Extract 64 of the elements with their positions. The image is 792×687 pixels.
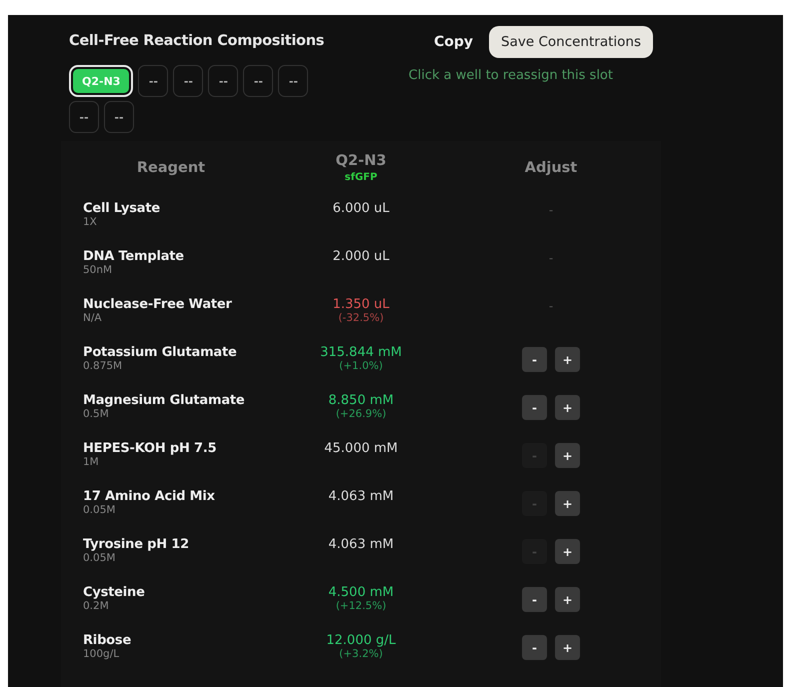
save-concentrations-button[interactable]: Save Concentrations [489,26,653,58]
stock-concentration: 0.05M [82,504,116,516]
copy-button[interactable]: Copy [434,34,474,50]
value-change: (-32.5%) [337,312,385,324]
column-header: Q2-N3 [336,153,386,169]
reagent-name: Cell Lysate [82,201,162,216]
increase-button[interactable]: + [555,635,580,660]
slot-button[interactable]: -- [243,65,274,97]
column-sublabel: sfGFP [344,172,378,183]
reagent-name: 17 Amino Acid Mix [82,489,216,504]
column-header: Reagent [136,160,206,176]
slot-button[interactable]: -- [278,65,308,97]
stock-concentration: 0.05M [82,552,116,564]
reagent-value: 315.844 mM [319,345,403,360]
reagent-value: 45.000 mM [323,441,399,456]
slot-button[interactable]: -- [208,65,238,97]
decrease-button[interactable]: - [522,395,547,420]
decrease-button[interactable]: - [522,635,547,660]
stock-concentration: 1X [82,216,98,228]
increase-button[interactable]: + [555,491,580,516]
stock-concentration: 0.875M [82,360,124,372]
stock-concentration: 50nM [82,264,114,276]
reagent-name: HEPES-KOH pH 7.5 [82,441,218,456]
stock-concentration: 0.5M [82,408,110,420]
column-header: Adjust [524,160,578,176]
stock-concentration: 100g/L [82,648,120,660]
increase-button[interactable]: + [555,587,580,612]
increase-button[interactable]: + [555,443,580,468]
reagent-name: Potassium Glutamate [82,345,238,360]
hint-text: Click a well to reassign this slot [408,68,613,83]
decrease-button[interactable]: - [522,587,547,612]
reagent-value: 12.000 g/L [325,633,397,648]
no-adjust-dash: - [548,251,554,267]
slot-button[interactable]: -- [69,101,99,133]
reagent-name: Magnesium Glutamate [82,393,246,408]
slot-button[interactable]: -- [173,65,204,97]
reagent-value: 4.500 mM [327,585,395,600]
value-change: (+12.5%) [334,600,388,612]
reagent-value: 4.063 mM [327,537,395,552]
stock-concentration: 1M [82,456,100,468]
stock-concentration: 0.2M [82,600,110,612]
reagent-name: Nuclease-Free Water [82,297,233,312]
reagent-value: 2.000 uL [332,249,390,264]
decrease-button[interactable]: - [522,347,547,372]
value-change: (+26.9%) [334,408,388,420]
value-change: (+1.0%) [338,360,384,372]
reagent-name: Tyrosine pH 12 [82,537,190,552]
panel-title: Cell-Free Reaction Compositions [68,32,326,51]
slot-button[interactable]: -- [104,101,134,133]
stock-concentration: N/A [82,312,103,324]
reagent-name: Ribose [82,633,132,648]
increase-button[interactable]: + [555,395,580,420]
increase-button[interactable]: + [555,347,580,372]
reagent-value: 1.350 uL [332,297,390,312]
value-change: (+3.2%) [338,648,384,660]
reagent-value: 4.063 mM [327,489,395,504]
no-adjust-dash: - [548,299,554,315]
reagent-value: 8.850 mM [327,393,395,408]
no-adjust-dash: - [548,203,554,219]
reagent-name: DNA Template [82,249,185,264]
reagent-value: 6.000 uL [332,201,390,216]
slot-button[interactable]: -- [138,65,168,97]
reagent-name: Cysteine [82,585,146,600]
increase-button[interactable]: + [555,539,580,564]
